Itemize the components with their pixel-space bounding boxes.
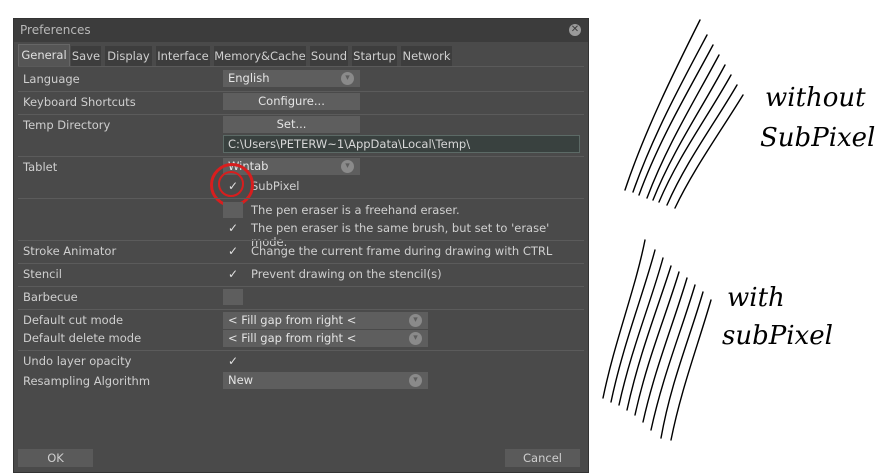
highlight-circle-inner	[218, 171, 244, 197]
delete-mode-label: Default delete mode	[23, 331, 142, 345]
eraser-freehand-text: The pen eraser is a freehand eraser.	[251, 203, 460, 217]
divider	[18, 263, 584, 264]
divider	[18, 91, 584, 92]
chevron-down-icon: ▾	[409, 332, 422, 345]
stroke-line	[624, 19, 701, 191]
divider	[18, 309, 584, 310]
stroke-line	[658, 74, 732, 203]
stroke-animator-checkbox[interactable]: ✓	[223, 243, 243, 259]
stroke-line	[610, 249, 656, 403]
divider	[18, 114, 584, 115]
tab-sound[interactable]: Sound	[310, 46, 348, 66]
ok-button[interactable]: OK	[18, 449, 93, 467]
eraser-freehand-checkbox[interactable]	[223, 202, 243, 218]
chevron-down-icon: ▾	[341, 160, 354, 173]
tablet-label: Tablet	[23, 160, 58, 174]
preferences-dialog: Preferences ✕ General Save Display Inter…	[13, 18, 589, 473]
tab-network[interactable]: Network	[401, 46, 452, 66]
divider	[18, 350, 584, 351]
language-label: Language	[23, 72, 80, 86]
resampling-select[interactable]: New ▾	[223, 372, 428, 389]
keyboard-shortcuts-label: Keyboard Shortcuts	[23, 95, 136, 109]
stroke-line	[666, 84, 738, 206]
chevron-down-icon: ▾	[409, 374, 422, 387]
tab-save[interactable]: Save	[71, 46, 101, 66]
delete-mode-select[interactable]: < Fill gap from right < ▾	[223, 330, 428, 347]
annotation-sketch	[602, 19, 744, 441]
divider	[18, 240, 584, 241]
cancel-button[interactable]: Cancel	[505, 449, 580, 467]
cut-mode-label: Default cut mode	[23, 313, 124, 327]
divider	[18, 156, 584, 157]
stencil-label: Stencil	[23, 267, 62, 281]
stencil-text: Prevent drawing on the stencil(s)	[251, 267, 442, 281]
stencil-checkbox[interactable]: ✓	[223, 266, 243, 282]
tab-interface[interactable]: Interface	[156, 46, 210, 66]
dialog-title: Preferences	[20, 23, 91, 37]
stroke-line	[602, 239, 646, 399]
chevron-down-icon: ▾	[341, 72, 354, 85]
tab-general[interactable]: General	[18, 44, 70, 67]
subpixel-label: SubPixel	[251, 179, 300, 193]
close-icon[interactable]: ✕	[569, 24, 581, 36]
stroke-line	[652, 64, 726, 201]
language-select[interactable]: English ▾	[223, 70, 360, 87]
divider	[18, 198, 584, 199]
temp-path-field[interactable]: C:\Users\PETERW~1\AppData\Local\Temp\	[223, 135, 580, 153]
general-panel: Language English ▾ Keyboard Shortcuts Co…	[18, 66, 584, 447]
stroke-line	[660, 291, 704, 439]
temp-directory-label: Temp Directory	[23, 118, 111, 132]
stroke-line	[618, 257, 664, 406]
stroke-line	[646, 54, 720, 199]
caption-subpixel-bottom: subPixel	[722, 321, 833, 351]
tab-memory-cache[interactable]: Memory&Cache	[214, 46, 306, 66]
barbecue-label: Barbecue	[23, 290, 78, 304]
barbecue-checkbox[interactable]	[223, 289, 243, 305]
chevron-down-icon: ▾	[409, 314, 422, 327]
stroke-animator-label: Stroke Animator	[23, 244, 117, 258]
stroke-animator-text: Change the current frame during drawing …	[251, 244, 553, 258]
stroke-line	[632, 34, 708, 193]
stroke-line	[670, 299, 712, 441]
caption-with: with	[727, 283, 785, 313]
configure-button[interactable]: Configure...	[223, 93, 360, 110]
title-bar[interactable]: Preferences ✕	[14, 19, 588, 42]
tab-startup[interactable]: Startup	[352, 46, 397, 66]
resampling-label: Resampling Algorithm	[23, 374, 151, 388]
undo-opacity-label: Undo layer opacity	[23, 354, 132, 368]
undo-opacity-checkbox[interactable]: ✓	[223, 353, 243, 369]
caption-subpixel-top: SubPixel	[760, 123, 876, 153]
set-temp-button[interactable]: Set...	[223, 116, 360, 133]
caption-without: without	[765, 83, 866, 113]
cut-mode-select[interactable]: < Fill gap from right < ▾	[223, 312, 428, 329]
divider	[18, 286, 584, 287]
eraser-same-checkbox[interactable]: ✓	[223, 220, 243, 236]
tab-display[interactable]: Display	[105, 46, 152, 66]
